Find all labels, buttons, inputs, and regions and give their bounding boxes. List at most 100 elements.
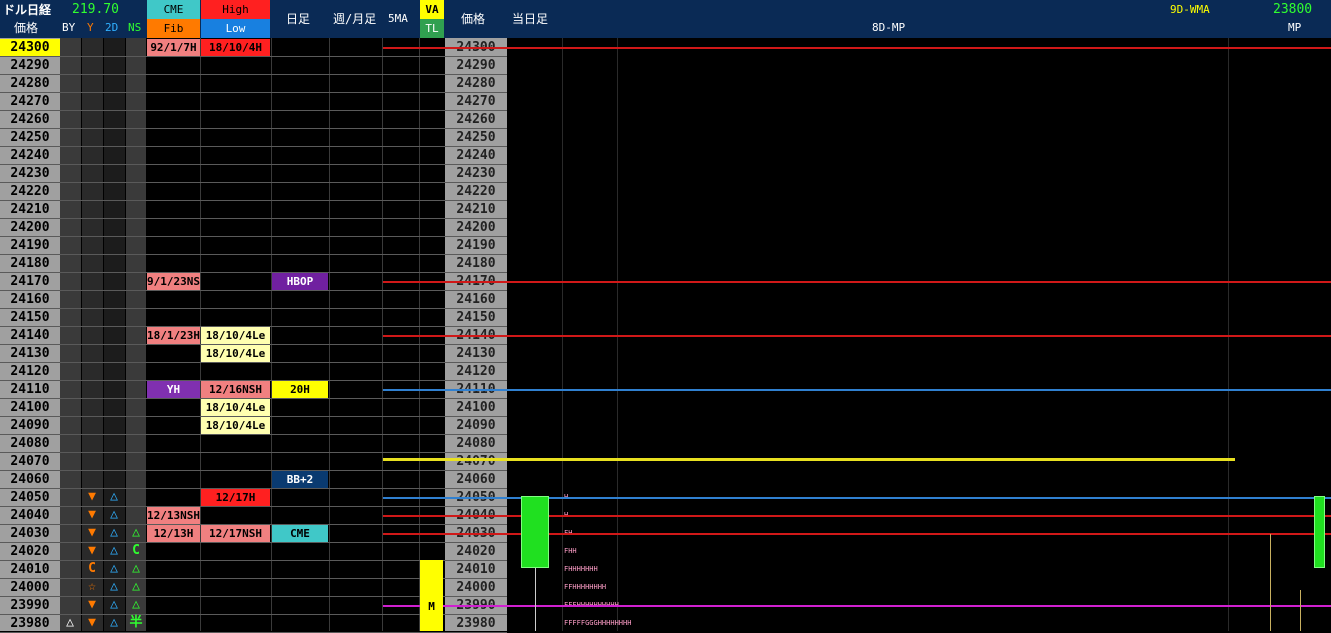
level-label: 92/1/7H — [147, 39, 200, 56]
price-cell: 24290 — [10, 58, 50, 73]
level-label: 18/10/4Le — [201, 345, 270, 362]
price-cell: 24130 — [10, 346, 50, 361]
fib-header: Fib — [147, 19, 200, 38]
level-label: CME — [272, 525, 328, 542]
price2-cell: 24210 — [456, 202, 496, 217]
level-label: 9/1/23NS — [147, 273, 200, 290]
price-cell: 24250 — [10, 130, 50, 145]
row-separator — [0, 308, 507, 309]
price2-cell: 24120 — [456, 364, 496, 379]
price2-cell: 24150 — [456, 310, 496, 325]
signal-icon: △ — [110, 597, 118, 612]
tl-header: TL — [420, 19, 444, 38]
ma5-header: 5MA — [388, 12, 408, 25]
instrument-label: ドル日経 — [3, 3, 52, 17]
signal-icon: △ — [132, 525, 140, 540]
row-separator — [0, 128, 507, 129]
mp8d-header: 8D-MP — [872, 21, 906, 34]
price-cell: 24050 — [10, 490, 50, 505]
price2-cell: 24270 — [456, 94, 496, 109]
weekly-header: 週/月足 — [333, 12, 377, 26]
level-label: 20H — [272, 381, 328, 398]
level-label: 12/17H — [201, 489, 270, 506]
row-separator — [0, 74, 507, 75]
signal-icon: △ — [110, 579, 118, 594]
level-label: 12/13H — [147, 525, 200, 542]
level-label: 18/10/4Le — [201, 399, 270, 416]
price2-cell: 24160 — [456, 292, 496, 307]
level-label: 18/10/4Le — [201, 417, 270, 434]
price-cell: 24080 — [10, 436, 50, 451]
level-label: 18/10/4H — [201, 39, 270, 56]
wma-header: 9D-WMA — [1170, 3, 1210, 16]
price-cell: 24270 — [10, 94, 50, 109]
price-cell: 24180 — [10, 256, 50, 271]
price2-cell: 24090 — [456, 418, 496, 433]
va-marker: M — [428, 600, 435, 613]
signal-icon: ☆ — [88, 579, 96, 594]
level-line — [383, 389, 1331, 391]
price2-cell: 24130 — [456, 346, 496, 361]
price2-cell: 23980 — [456, 616, 496, 631]
price-cell: 24010 — [10, 562, 50, 577]
price2-cell: 24250 — [456, 130, 496, 145]
price-cell: 24210 — [10, 202, 50, 217]
level-line — [383, 281, 1331, 283]
price2-cell: 24220 — [456, 184, 496, 199]
price-cell: 24090 — [10, 418, 50, 433]
signal-icon: ▼ — [88, 507, 96, 522]
mp-wick-right — [1300, 590, 1301, 631]
col-2d-header: 2D — [105, 21, 119, 34]
level-label: 12/13NSH — [147, 507, 200, 524]
signal-icon: 半 — [129, 615, 143, 630]
price2-header: 価格 — [461, 12, 486, 26]
row-separator — [0, 470, 507, 471]
signal-icon: △ — [110, 561, 118, 576]
row-separator — [0, 362, 507, 363]
level-label: 12/16NSH — [201, 381, 270, 398]
col-ns-header: NS — [128, 21, 142, 34]
signal-icon: ▼ — [88, 597, 96, 612]
row-separator — [0, 434, 507, 435]
row-separator — [0, 182, 507, 183]
price-header: 価格 — [14, 21, 39, 35]
price-cell: 24190 — [10, 238, 50, 253]
signal-icon: △ — [132, 579, 140, 594]
market-profile-row: FHHHHHHH — [564, 565, 598, 573]
row-separator — [0, 236, 507, 237]
row-separator — [0, 146, 507, 147]
price-cell: 24230 — [10, 166, 50, 181]
mp-value: 23800 — [1273, 2, 1313, 17]
signal-icon: △ — [132, 561, 140, 576]
price-cell: 24110 — [10, 382, 50, 397]
price2-cell: 24010 — [456, 562, 496, 577]
row-separator — [0, 254, 507, 255]
price-cell: 23980 — [10, 616, 50, 631]
price-cell: 24060 — [10, 472, 50, 487]
price-cell: 24030 — [10, 526, 50, 541]
price-cell: 24280 — [10, 76, 50, 91]
mp-candle-body — [1314, 496, 1325, 568]
signal-icon: △ — [110, 543, 118, 558]
row-separator — [0, 92, 507, 93]
level-line — [383, 47, 1331, 49]
price-cell: 24220 — [10, 184, 50, 199]
signal-icon: ▼ — [88, 489, 96, 504]
signal-icon: ▼ — [88, 543, 96, 558]
price2-cell: 24070 — [456, 454, 496, 469]
level-label: 12/17NSH — [201, 525, 270, 542]
price-cell: 24100 — [10, 400, 50, 415]
row-separator — [0, 542, 507, 543]
signal-icon: ▼ — [88, 525, 96, 540]
price2-cell: 24000 — [456, 580, 496, 595]
price-cell: 24200 — [10, 220, 50, 235]
price2-cell: 24290 — [456, 58, 496, 73]
col-by-header: BY — [62, 21, 76, 34]
signal-icon: △ — [110, 615, 118, 630]
price2-cell: 24020 — [456, 544, 496, 559]
mp-wick-left — [1270, 534, 1271, 631]
level-line — [383, 605, 1331, 607]
price2-cell: 24200 — [456, 220, 496, 235]
row-separator — [0, 506, 507, 507]
price2-cell: 24080 — [456, 436, 496, 451]
